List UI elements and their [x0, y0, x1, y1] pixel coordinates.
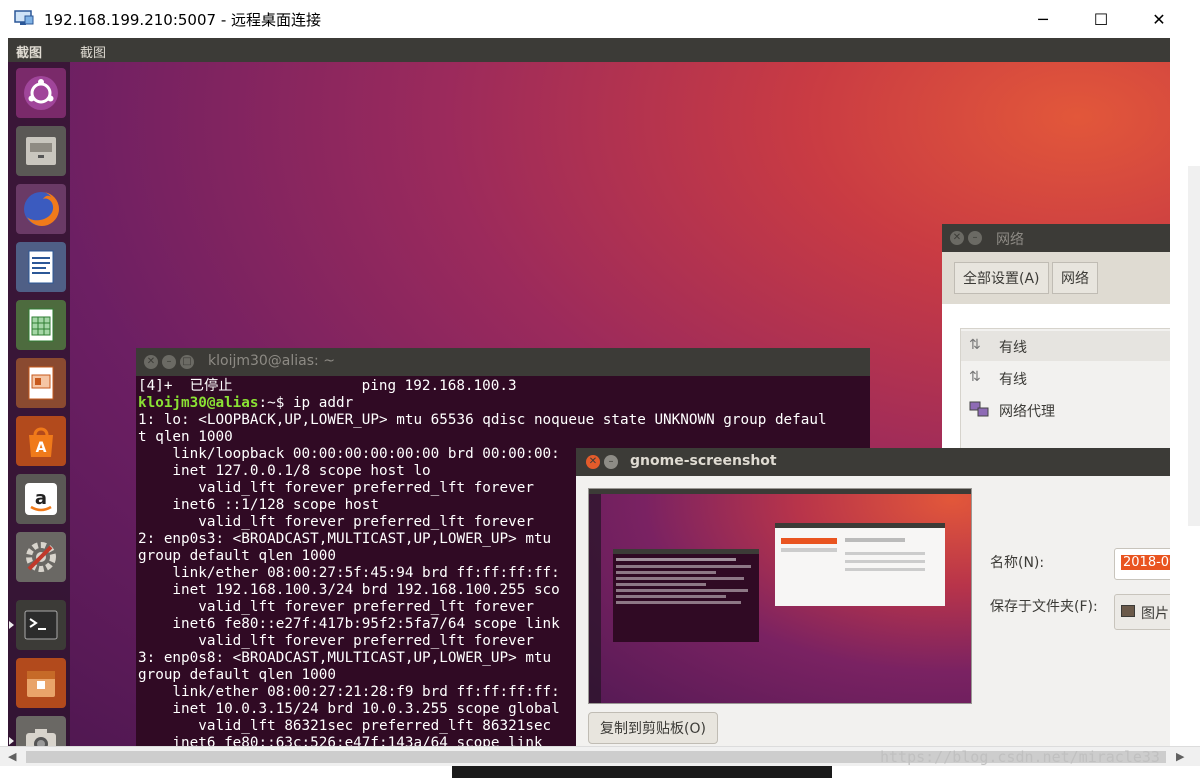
- terminal-command: :~$ ip addr: [258, 395, 354, 411]
- preview-top-panel: [589, 489, 971, 494]
- menu-item-screenshot[interactable]: 截图: [80, 42, 106, 61]
- files-icon[interactable]: [16, 126, 66, 176]
- preview-network-window: [775, 523, 945, 606]
- minimize-icon[interactable]: –: [162, 355, 176, 369]
- svg-text:a: a: [35, 488, 47, 509]
- writer-icon[interactable]: [16, 242, 66, 292]
- launcher-running-pip: [9, 737, 14, 745]
- network-item-label: 有线: [999, 372, 1027, 388]
- remote-desktop-icon: [14, 10, 34, 25]
- maximize-icon[interactable]: □: [180, 355, 194, 369]
- host-background-bottom-dark: [452, 766, 832, 778]
- terminal-line: 1: lo: <LOOPBACK,UP,LOWER_UP> mtu 65536 …: [138, 412, 827, 428]
- rdp-titlebar: 192.168.199.210:5007 - 远程桌面连接 ─ ☐ ✕: [0, 0, 1200, 38]
- wired-arrows-icon: ⇅: [969, 337, 981, 353]
- terminal-icon[interactable]: [16, 600, 66, 650]
- close-icon[interactable]: ✕: [950, 231, 964, 245]
- preview-terminal: [613, 549, 759, 642]
- close-button[interactable]: ✕: [1132, 0, 1186, 38]
- network-item-label: 网络代理: [999, 404, 1055, 420]
- network-item-label: 有线: [999, 340, 1027, 356]
- network-item-proxy[interactable]: 网络代理: [961, 395, 1170, 425]
- filename-label: 名称(N):: [990, 555, 1045, 571]
- minimize-icon[interactable]: –: [604, 455, 618, 469]
- screenshot-app-icon[interactable]: [16, 716, 66, 746]
- unity-launcher: A a: [8, 62, 70, 746]
- screenshot-titlebar: ✕ – gnome-screenshot: [576, 448, 1170, 476]
- close-icon[interactable]: ✕: [586, 455, 600, 469]
- ubuntu-dash-icon[interactable]: [16, 68, 66, 118]
- network-toolbar: 全部设置(A) 网络: [942, 252, 1170, 304]
- network-breadcrumb-button[interactable]: 网络: [1052, 262, 1098, 294]
- preview-launcher: [589, 494, 601, 703]
- terminal-line: t qlen 1000: [138, 429, 233, 445]
- software-center-icon[interactable]: A: [16, 416, 66, 466]
- svg-text:A: A: [36, 440, 47, 456]
- terminal-titlebar: ✕ – □ kloijm30@alias: ~: [136, 348, 870, 376]
- network-proxy-icon: [969, 401, 989, 423]
- terminal-line: kloijm30@alias:~$ ip addr: [138, 395, 827, 412]
- maximize-button[interactable]: ☐: [1074, 0, 1128, 38]
- minimize-button[interactable]: ─: [1016, 0, 1070, 38]
- archive-icon[interactable]: [16, 658, 66, 708]
- network-item-wired-2[interactable]: ⇅ 有线: [961, 363, 1170, 393]
- screenshot-dialog-title: gnome-screenshot: [630, 453, 777, 469]
- scroll-left-icon[interactable]: ◀: [8, 750, 16, 763]
- network-item-wired-1[interactable]: ⇅ 有线: [961, 331, 1170, 361]
- terminal-prompt: kloijm30@alias: [138, 395, 259, 411]
- window-title: 192.168.199.210:5007 - 远程桌面连接: [44, 11, 322, 29]
- wired-arrows-icon: ⇅: [969, 369, 981, 385]
- network-window-title: 网络: [996, 232, 1024, 248]
- remote-desktop: A a ✕ – 网络 全部设置(A) 网络 ⇅ 有线 ⇅ 有线 网络代理 ✕ –…: [8, 62, 1170, 746]
- impress-icon[interactable]: [16, 358, 66, 408]
- close-icon[interactable]: ✕: [144, 355, 158, 369]
- terminal-line: [4]+ 已停止 ping 192.168.100.3: [138, 378, 517, 394]
- host-background-strip: [1188, 166, 1200, 526]
- scroll-right-icon[interactable]: ▶: [1176, 750, 1184, 763]
- folder-icon: [1121, 605, 1135, 617]
- calc-icon[interactable]: [16, 300, 66, 350]
- terminal-title: kloijm30@alias: ~: [208, 353, 335, 369]
- filename-input-value: 2018-09: [1121, 555, 1170, 570]
- copy-to-clipboard-button[interactable]: 复制到剪贴板(O): [588, 712, 718, 744]
- all-settings-button[interactable]: 全部设置(A): [954, 262, 1049, 294]
- firefox-icon[interactable]: [16, 184, 66, 234]
- folder-chooser-label: 图片: [1141, 606, 1169, 622]
- folder-label: 保存于文件夹(F):: [990, 599, 1098, 615]
- launcher-running-pip: [9, 621, 14, 629]
- gnome-screenshot-dialog: ✕ – gnome-screenshot 名称(N): 2018-0 保存于文件…: [576, 448, 1170, 746]
- screenshot-preview: [588, 488, 972, 704]
- system-settings-icon[interactable]: [16, 532, 66, 582]
- remote-top-panel: 截图 截图: [8, 38, 1170, 62]
- minimize-icon[interactable]: –: [968, 231, 982, 245]
- network-titlebar: ✕ – 网络: [942, 224, 1170, 252]
- filename-input[interactable]: 2018-09: [1114, 548, 1170, 580]
- menu-item-app[interactable]: 截图: [16, 42, 42, 61]
- csdn-watermark: https://blog.csdn.net/miracle33: [880, 748, 1160, 766]
- amazon-icon[interactable]: a: [16, 474, 66, 524]
- folder-chooser-button[interactable]: 图片: [1114, 594, 1170, 630]
